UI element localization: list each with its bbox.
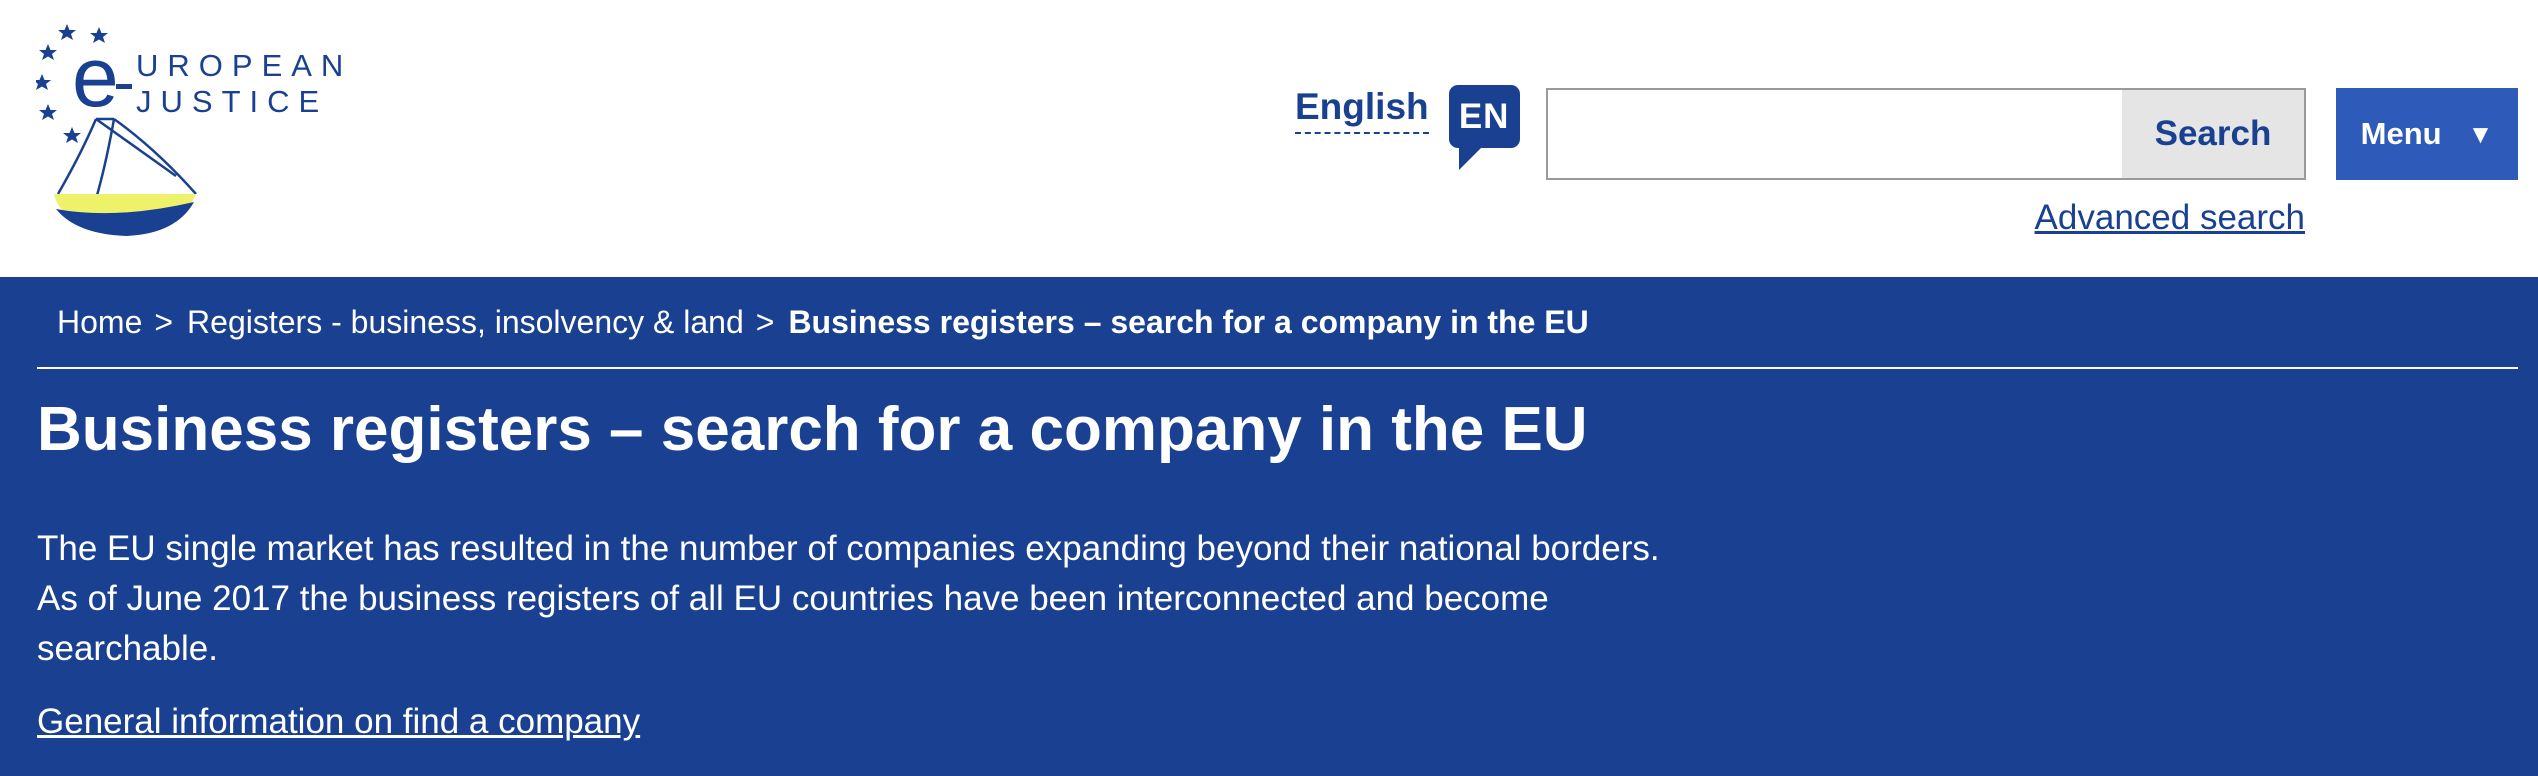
page-title: Business registers – search for a compan…: [37, 395, 1588, 464]
language-badge-icon[interactable]: EN: [1448, 85, 1520, 170]
menu-label: Menu: [2360, 116, 2442, 151]
page-banner: Home > Registers - business, insolvency …: [0, 277, 2538, 776]
search-input[interactable]: [1548, 90, 2122, 178]
advanced-search-link[interactable]: Advanced search: [2035, 198, 2305, 238]
logo-text-justice: JUSTICE: [136, 84, 328, 119]
breadcrumb: Home > Registers - business, insolvency …: [57, 304, 1589, 341]
breadcrumb-current: Business registers – search for a compan…: [788, 304, 1589, 340]
logo-text-european: UROPEAN: [136, 48, 352, 83]
breadcrumb-registers[interactable]: Registers - business, insolvency & land: [187, 304, 744, 341]
intro-text: The EU single market has resulted in the…: [37, 529, 1660, 668]
language-selector[interactable]: English EN: [1295, 85, 1520, 170]
triangle-down-icon: ▼: [2467, 118, 2494, 149]
logo-hyphen: [116, 84, 132, 89]
breadcrumb-home[interactable]: Home: [57, 304, 142, 341]
logo-sail: [56, 117, 197, 200]
menu-button[interactable]: Menu ▼: [2336, 88, 2518, 180]
divider: [37, 367, 2518, 369]
search-form: Search: [1546, 88, 2306, 180]
site-header: e UROPEAN JUSTICE English EN Search Menu…: [0, 0, 2538, 277]
breadcrumb-separator: >: [154, 304, 174, 340]
general-information-link[interactable]: General information on find a company: [37, 702, 640, 742]
language-label[interactable]: English: [1295, 88, 1429, 134]
breadcrumb-separator: >: [755, 304, 775, 340]
logo-e-letter: e: [72, 30, 119, 124]
e-justice-logo[interactable]: e UROPEAN JUSTICE: [36, 24, 366, 248]
search-button[interactable]: Search: [2122, 90, 2304, 178]
